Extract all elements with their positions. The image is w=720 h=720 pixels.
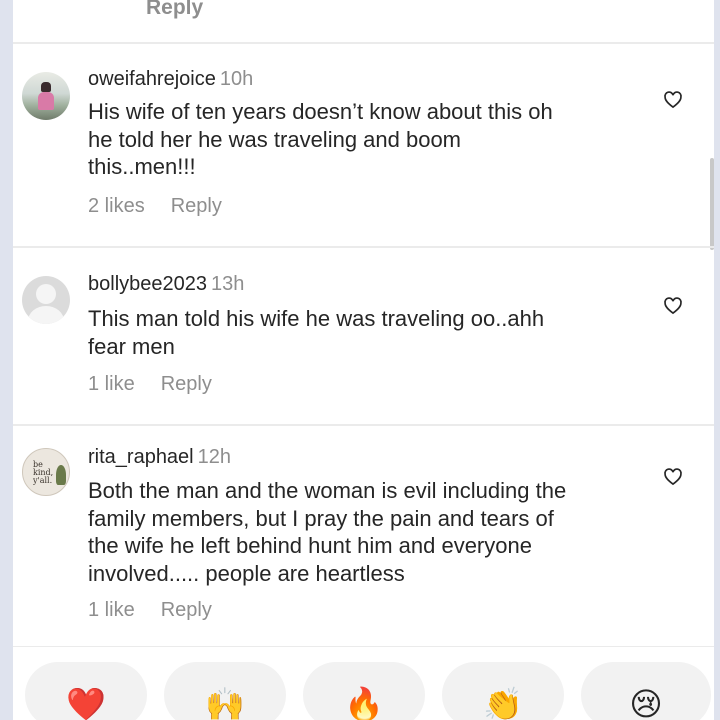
divider (13, 646, 714, 647)
raising-hands-icon: 🙌 (205, 685, 245, 720)
reply-button[interactable]: Reply (161, 599, 212, 621)
likes-count[interactable]: 1 like (88, 373, 135, 395)
avatar[interactable]: be kind, y'all. (22, 448, 70, 496)
comment-line: the wife he left behind hunt him and eve… (88, 533, 532, 558)
comment-line: involved..... people are heartless (88, 560, 405, 586)
like-heart-icon[interactable] (663, 467, 683, 487)
timestamp: 13h (211, 273, 245, 295)
avatar-body (28, 306, 64, 324)
divider (13, 42, 714, 44)
avatar-head (36, 284, 56, 304)
comment-line: This man told his wife he was traveling … (88, 306, 545, 331)
emoji-reaction-bar: ❤️ 🙌 🔥 👏 😢 (13, 648, 714, 720)
left-frame-edge (0, 0, 13, 720)
timestamp: 10h (219, 68, 254, 90)
comment-header: oweifahrejoice 10h (88, 68, 253, 91)
comment-meta: 1 like Reply (88, 373, 212, 396)
comment-header: rita_raphael 12h (88, 446, 231, 469)
red-heart-icon: ❤️ (66, 685, 106, 720)
comment-header: bollybee2023 13h (88, 273, 244, 296)
like-heart-icon[interactable] (663, 296, 683, 316)
comment-line: fear men (88, 333, 175, 359)
username-link[interactable]: oweifahrejoice (88, 68, 216, 90)
timestamp: 12h (197, 446, 231, 468)
reaction-raising-hands-button[interactable]: 🙌 (164, 662, 286, 720)
comment-line: this..men!!! (88, 154, 196, 179)
comment-text: This man told his wife he was traveling … (88, 305, 648, 360)
clapping-hands-icon: 👏 (483, 685, 523, 720)
fire-icon: 🔥 (344, 685, 384, 720)
comment-text: His wife of ten years doesn’t know about… (88, 98, 648, 181)
comment-meta: 2 likes Reply (88, 195, 222, 218)
reaction-clapping-hands-button[interactable]: 👏 (442, 662, 564, 720)
reaction-red-heart-button[interactable]: ❤️ (25, 662, 147, 720)
comment-line: family members, but I pray the pain and … (88, 505, 554, 531)
divider (13, 424, 714, 426)
avatar-lettering: be kind, y'all. (33, 461, 53, 485)
comment-line: His wife of ten years doesn’t know about… (88, 99, 553, 124)
reaction-crying-face-button[interactable]: 😢 (581, 662, 711, 720)
avatar-figure (38, 92, 54, 110)
username-link[interactable]: bollybee2023 (88, 273, 207, 295)
comment-meta: 1 like Reply (88, 599, 212, 622)
username-link[interactable]: rita_raphael (88, 446, 194, 468)
avatar[interactable] (22, 72, 70, 120)
crying-face-icon: 😢 (629, 685, 663, 720)
right-frame-edge (714, 0, 720, 720)
reply-button[interactable]: Reply (161, 373, 212, 395)
avatar-lettering-line: y'all. (33, 476, 53, 485)
scrollbar[interactable] (710, 158, 714, 250)
divider (13, 246, 714, 248)
likes-count[interactable]: 2 likes (88, 195, 145, 217)
avatar-head (41, 82, 51, 92)
like-heart-icon[interactable] (663, 90, 683, 110)
comment-line: Both the man and the woman is evil inclu… (88, 478, 567, 503)
avatar-plant (56, 465, 66, 485)
likes-count[interactable]: 1 like (88, 599, 135, 621)
comment-text: Both the man and the woman is evil inclu… (88, 477, 648, 587)
reaction-fire-button[interactable]: 🔥 (303, 662, 425, 720)
reply-button[interactable]: Reply (171, 195, 222, 217)
reply-button[interactable]: Reply (146, 0, 203, 20)
avatar[interactable] (22, 276, 70, 324)
comment-line: he told her he was traveling and boom (88, 126, 462, 152)
